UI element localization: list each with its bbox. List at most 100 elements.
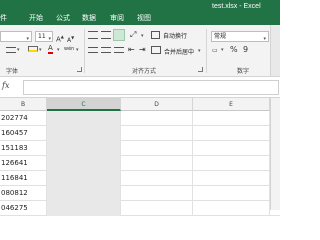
number-format-dropdown[interactable]: 常规 ▾ xyxy=(211,31,269,42)
align-right-icon[interactable] xyxy=(114,47,124,53)
orientation-icon[interactable]: ⤢ xyxy=(130,30,136,39)
tab-home[interactable]: 开始 xyxy=(29,14,43,22)
column-headers: B C D E xyxy=(0,98,280,111)
wrap-text-label[interactable]: 自动换行 xyxy=(163,31,187,40)
align-center-icon[interactable] xyxy=(101,47,111,53)
chevron-down-icon[interactable]: ▾ xyxy=(141,33,144,39)
table-row: 151183 xyxy=(0,141,280,156)
align-left-icon[interactable] xyxy=(88,47,98,53)
group-divider xyxy=(206,29,207,73)
cell-b[interactable]: 151183 xyxy=(0,141,47,156)
merge-center-icon[interactable] xyxy=(151,46,161,54)
window-title: test.xlsx - Excel xyxy=(212,3,261,10)
chevron-down-icon[interactable]: ▾ xyxy=(76,47,79,53)
alignment-group-label: 对齐方式 xyxy=(132,68,157,75)
cell-e[interactable] xyxy=(193,156,270,171)
cell-b[interactable]: 160457 xyxy=(0,126,47,141)
font-size-value: 11 xyxy=(38,33,46,40)
cell-c[interactable] xyxy=(47,156,121,171)
table-row: 116841 xyxy=(0,171,280,186)
chevron-down-icon[interactable]: ▾ xyxy=(57,47,60,53)
cell-c[interactable] xyxy=(47,126,121,141)
chevron-down-icon: ▾ xyxy=(263,36,266,42)
tab-file[interactable]: 件 xyxy=(0,14,7,22)
accounting-format-icon[interactable]: ▭ xyxy=(212,46,218,55)
excel-window: 件 开始 公式 数据 审阅 视图 test.xlsx - Excel ▾ 11 … xyxy=(0,0,280,216)
cell-c[interactable] xyxy=(47,186,121,201)
cell-e[interactable] xyxy=(193,201,270,216)
cell-b[interactable]: 126641 xyxy=(0,156,47,171)
fill-color-icon[interactable] xyxy=(28,46,38,52)
group-divider xyxy=(84,29,85,73)
font-group-label: 字体 xyxy=(6,68,19,75)
cell-e[interactable] xyxy=(193,141,270,156)
chevron-down-icon[interactable]: ▾ xyxy=(39,47,42,53)
cell-b[interactable]: 080812 xyxy=(0,186,47,201)
increase-indent-icon[interactable]: ⇥ xyxy=(139,45,146,54)
cell-c[interactable] xyxy=(47,111,121,126)
formula-bar: fx xyxy=(0,78,280,98)
phonetic-glyph: wén xyxy=(64,46,75,52)
chevron-down-icon[interactable]: ▾ xyxy=(221,47,224,53)
percent-glyph: % xyxy=(230,45,238,54)
comma-style-icon[interactable]: 9 xyxy=(243,45,248,54)
align-top-icon[interactable] xyxy=(88,31,98,39)
cell-c[interactable] xyxy=(47,201,121,216)
merge-center-label[interactable]: 合并后居中 xyxy=(164,47,194,56)
chevron-down-icon: ▾ xyxy=(48,36,51,42)
column-header-e[interactable]: E xyxy=(193,98,270,111)
cell-d[interactable] xyxy=(121,171,193,186)
align-middle-icon[interactable] xyxy=(101,31,111,39)
ribbon-scroll-area[interactable] xyxy=(270,25,280,76)
font-size-dropdown[interactable]: 11 ▾ xyxy=(35,31,53,42)
wrap-text-icon[interactable] xyxy=(151,31,160,39)
decrease-indent-icon[interactable]: ⇤ xyxy=(128,45,135,54)
cell-e[interactable] xyxy=(193,111,270,126)
font-color-icon[interactable]: A xyxy=(48,45,53,54)
align-bottom-icon[interactable] xyxy=(113,29,125,41)
number-format-value: 常规 xyxy=(214,33,227,40)
table-row: 202774 xyxy=(0,111,280,126)
tab-view[interactable]: 视图 xyxy=(137,14,151,22)
cell-e[interactable] xyxy=(193,126,270,141)
ribbon: ▾ 11 ▾ A▲ A▼ ▾ ▾ A ▾ wén ▾ 字体 ⤢ ▾ 自动换行 ⇤… xyxy=(0,25,280,77)
cell-e[interactable] xyxy=(193,186,270,201)
vertical-scrollbar[interactable] xyxy=(270,98,280,210)
cell-d[interactable] xyxy=(121,111,193,126)
table-row: 080812 xyxy=(0,186,280,201)
cell-e[interactable] xyxy=(193,171,270,186)
cell-d[interactable] xyxy=(121,126,193,141)
cell-d[interactable] xyxy=(121,201,193,216)
phonetic-guide-icon[interactable]: wén xyxy=(64,45,74,54)
comma-glyph: 9 xyxy=(243,45,249,54)
table-row: 160457 xyxy=(0,126,280,141)
cell-d[interactable] xyxy=(121,141,193,156)
cell-d[interactable] xyxy=(121,156,193,171)
font-name-dropdown[interactable]: ▾ xyxy=(0,31,32,42)
cell-b[interactable]: 046275 xyxy=(0,201,47,216)
cell-c[interactable] xyxy=(47,141,121,156)
grow-font-icon[interactable]: A▲ xyxy=(56,32,64,44)
tab-review[interactable]: 审阅 xyxy=(110,14,124,22)
insert-function-icon[interactable]: fx xyxy=(2,81,9,90)
font-dialog-launcher-icon[interactable] xyxy=(77,67,82,72)
column-header-d[interactable]: D xyxy=(121,98,193,111)
tab-formulas[interactable]: 公式 xyxy=(56,14,70,22)
table-row: 046275 xyxy=(0,201,280,216)
chevron-down-icon[interactable]: ▾ xyxy=(198,48,201,54)
tab-data[interactable]: 数据 xyxy=(82,14,96,22)
alignment-dialog-launcher-icon[interactable] xyxy=(198,67,203,72)
cell-d[interactable] xyxy=(121,186,193,201)
shrink-font-icon[interactable]: A▼ xyxy=(67,33,74,45)
table-row: 126641 xyxy=(0,156,280,171)
number-group-label: 数字 xyxy=(237,68,250,75)
percent-style-icon[interactable]: % xyxy=(230,45,238,54)
column-header-b[interactable]: B xyxy=(0,98,47,111)
cell-c[interactable] xyxy=(47,171,121,186)
column-header-c[interactable]: C xyxy=(47,98,121,111)
borders-icon[interactable] xyxy=(6,47,16,53)
cell-b[interactable]: 202774 xyxy=(0,111,47,126)
formula-input[interactable] xyxy=(23,80,279,95)
cell-b[interactable]: 116841 xyxy=(0,171,47,186)
chevron-down-icon[interactable]: ▾ xyxy=(17,47,20,53)
